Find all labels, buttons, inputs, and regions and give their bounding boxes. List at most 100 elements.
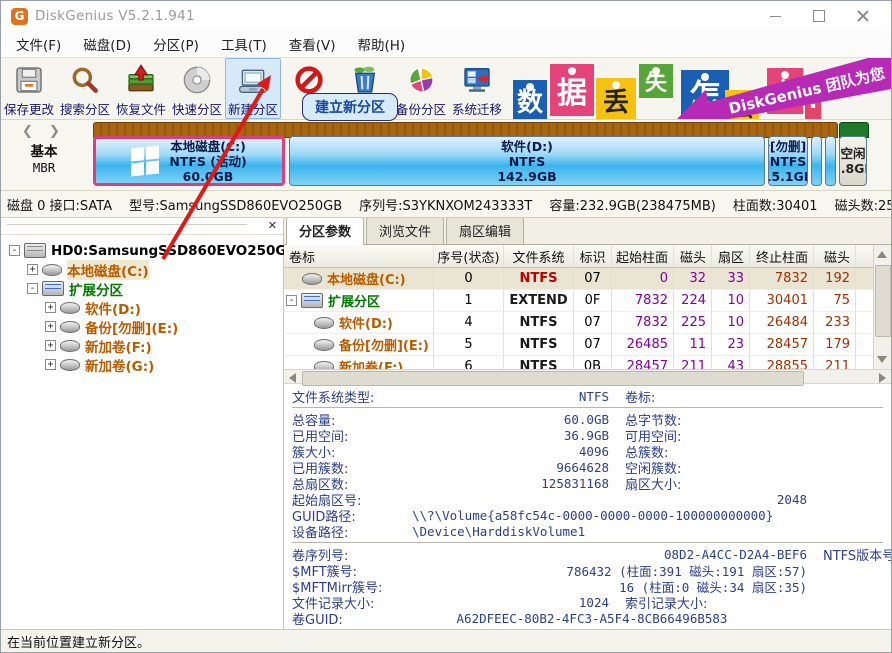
volume-icon <box>314 339 334 351</box>
expand-icon[interactable]: + <box>45 302 56 313</box>
window-title: DiskGenius V5.2.1.941 <box>35 8 195 24</box>
close-icon <box>857 10 869 22</box>
partition-block-f[interactable] <box>811 136 822 186</box>
tree-item-e[interactable]: + 备份[勿删](E:) <box>1 317 283 336</box>
disk-heads: 磁头数:255 <box>835 195 891 214</box>
menu-disk[interactable]: 磁盘(D) <box>72 31 142 57</box>
table-vertical-scrollbar[interactable] <box>873 245 891 369</box>
promo-banner[interactable]: 数 据 丢 失 怎 么 办 ! DiskGenius 团队为您 <box>505 58 891 119</box>
partition-block-d[interactable]: 软件(D:) NTFS 142.9GB <box>289 136 765 186</box>
promo-tile: 丢 <box>596 78 636 119</box>
menu-file[interactable]: 文件(F) <box>5 31 72 57</box>
menu-partition[interactable]: 分区(P) <box>142 31 210 57</box>
partition-block-e[interactable]: 备份[勿删](E:) NTFS 15.1GB <box>768 136 808 186</box>
tree-item-g[interactable]: + 新加卷(G:) <box>1 355 283 374</box>
scroll-down-icon[interactable] <box>877 356 887 363</box>
disk-id: 磁盘 0 接口:SATA <box>7 195 112 214</box>
disk-capacity: 容量:232.9GB(238475MB) <box>549 195 716 214</box>
disk-scheme-label: MBR <box>1 160 87 175</box>
promo-tile: 据 <box>550 64 594 116</box>
minimize-icon <box>770 16 781 17</box>
title-bar: G DiskGenius V5.2.1.941 <box>1 1 891 31</box>
disk-type-label: 基本 <box>1 145 87 160</box>
save-icon <box>11 62 47 98</box>
disk-serial: 序列号:S3YKNXOM243333T <box>359 195 532 214</box>
new-partition-icon <box>235 63 271 98</box>
free-space-block[interactable]: 空闲 3.8GB <box>839 136 867 186</box>
scroll-left-icon[interactable] <box>289 373 296 383</box>
windows-logo-icon <box>131 146 159 177</box>
panel-close-icon[interactable]: ✕ <box>268 219 277 232</box>
expand-icon[interactable]: + <box>45 340 56 351</box>
status-bar: 在当前位置建立新分区。 <box>1 629 891 652</box>
panel-grip[interactable] <box>7 224 247 226</box>
table-row-f[interactable]: 新加卷(F:) 6 NTFS 0B 28457 211 43 28855 211 <box>284 356 874 369</box>
disk-tree-panel: ✕ - HD0:SamsungSSD860EVO250GB(233GB) + 本… <box>1 218 284 633</box>
volume-icon <box>60 321 80 333</box>
collapse-icon[interactable]: - <box>9 245 20 256</box>
volume-icon <box>302 273 322 285</box>
maximize-icon <box>813 10 825 22</box>
table-row-c[interactable]: 本地磁盘(C:) 0 NTFS 07 0 32 33 7832 192 <box>284 268 874 290</box>
save-changes-button[interactable]: 保存更改 <box>1 58 57 119</box>
table-row-e[interactable]: 备份[勿删](E:) 5 NTFS 07 26485 11 23 28457 1… <box>284 334 874 356</box>
disk-nav-arrows[interactable]: ❮ ❯ <box>1 124 87 139</box>
scrollbar-thumb[interactable] <box>302 371 804 386</box>
partition-block-c[interactable]: 本地磁盘(C:) NTFS (活动) 60.0GB <box>93 136 285 186</box>
partition-map-panel: ❮ ❯ 基本 MBR 本地磁盘(C:) NTFS (活动) 60.0GB 软件(… <box>1 120 891 191</box>
toolbar: 保存更改 搜索分区 恢复文件 快速分区 新建分区 <box>1 58 891 120</box>
volume-icon <box>314 361 334 369</box>
recover-files-button[interactable]: 恢复文件 <box>113 58 169 119</box>
close-button[interactable] <box>841 3 885 29</box>
disk-icon <box>24 243 46 258</box>
tree-item-hd0[interactable]: - HD0:SamsungSSD860EVO250GB(233GB) <box>1 241 283 260</box>
search-partition-button[interactable]: 搜索分区 <box>57 58 113 119</box>
tab-strip: 分区参数 浏览文件 扇区编辑 <box>284 218 891 245</box>
backup-partition-button[interactable]: 备份分区 <box>393 58 449 119</box>
disk-cylinders: 柱面数:30401 <box>733 195 818 214</box>
table-horizontal-scrollbar[interactable] <box>284 370 891 384</box>
disk-model: 型号:SamsungSSD860EVO250GB <box>129 195 342 214</box>
table-row-extended[interactable]: -扩展分区 1 EXTEND 0F 7832 224 10 30401 75 <box>284 290 874 312</box>
collapse-icon[interactable]: - <box>27 283 38 294</box>
system-migration-icon <box>459 62 495 98</box>
volume-icon <box>314 317 334 329</box>
expand-icon[interactable]: + <box>27 264 38 275</box>
disk-info-bar: 磁盘 0 接口:SATA 型号:SamsungSSD860EVO250GB 序列… <box>1 191 891 218</box>
table-row-d[interactable]: 软件(D:) 4 NTFS 07 7832 225 10 26484 233 <box>284 312 874 334</box>
search-partition-icon <box>67 62 103 98</box>
diskgenius-window: G DiskGenius V5.2.1.941 文件(F) 磁盘(D) 分区(P… <box>0 0 892 653</box>
partition-table: 卷标 序号(状态) 文件系统 标识 起始柱面 磁头 扇区 终止柱面 磁头 本地磁… <box>284 245 874 369</box>
collapse-icon[interactable]: - <box>286 295 297 306</box>
tab-partition-params[interactable]: 分区参数 <box>286 218 364 245</box>
app-logo-icon: G <box>11 8 28 25</box>
backup-partition-icon <box>403 62 439 98</box>
tab-browse-files[interactable]: 浏览文件 <box>366 218 444 244</box>
menu-help[interactable]: 帮助(H) <box>347 31 417 57</box>
promo-tile: 数 <box>513 80 547 119</box>
recover-files-icon <box>123 62 159 98</box>
system-migration-button[interactable]: 系统迁移 <box>449 58 505 119</box>
new-partition-button[interactable]: 新建分区 <box>225 58 281 119</box>
scroll-right-icon[interactable] <box>879 373 886 383</box>
tree-item-d[interactable]: + 软件(D:) <box>1 298 283 317</box>
expand-icon[interactable]: + <box>45 359 56 370</box>
maximize-button[interactable] <box>797 3 841 29</box>
tree-item-extended[interactable]: - 扩展分区 <box>1 279 283 298</box>
table-header-row: 卷标 序号(状态) 文件系统 标识 起始柱面 磁头 扇区 终止柱面 磁头 <box>284 245 874 268</box>
scrollbar-thumb[interactable] <box>875 265 891 337</box>
quick-partition-button[interactable]: 快速分区 <box>169 58 225 119</box>
scroll-up-icon[interactable] <box>877 251 887 258</box>
new-partition-tooltip: 建立新分区 <box>302 93 398 121</box>
menu-tools[interactable]: 工具(T) <box>210 31 278 57</box>
volume-icon <box>42 264 62 276</box>
extended-partition-icon <box>42 281 64 296</box>
partition-block-g[interactable] <box>825 136 836 186</box>
expand-icon[interactable]: + <box>45 321 56 332</box>
status-text: 在当前位置建立新分区。 <box>7 632 150 651</box>
minimize-button[interactable] <box>753 3 797 29</box>
tree-item-local-c[interactable]: + 本地磁盘(C:) <box>1 260 283 279</box>
tree-item-f[interactable]: + 新加卷(F:) <box>1 336 283 355</box>
menu-view[interactable]: 查看(V) <box>278 31 347 57</box>
tab-sector-edit[interactable]: 扇区编辑 <box>446 218 524 244</box>
